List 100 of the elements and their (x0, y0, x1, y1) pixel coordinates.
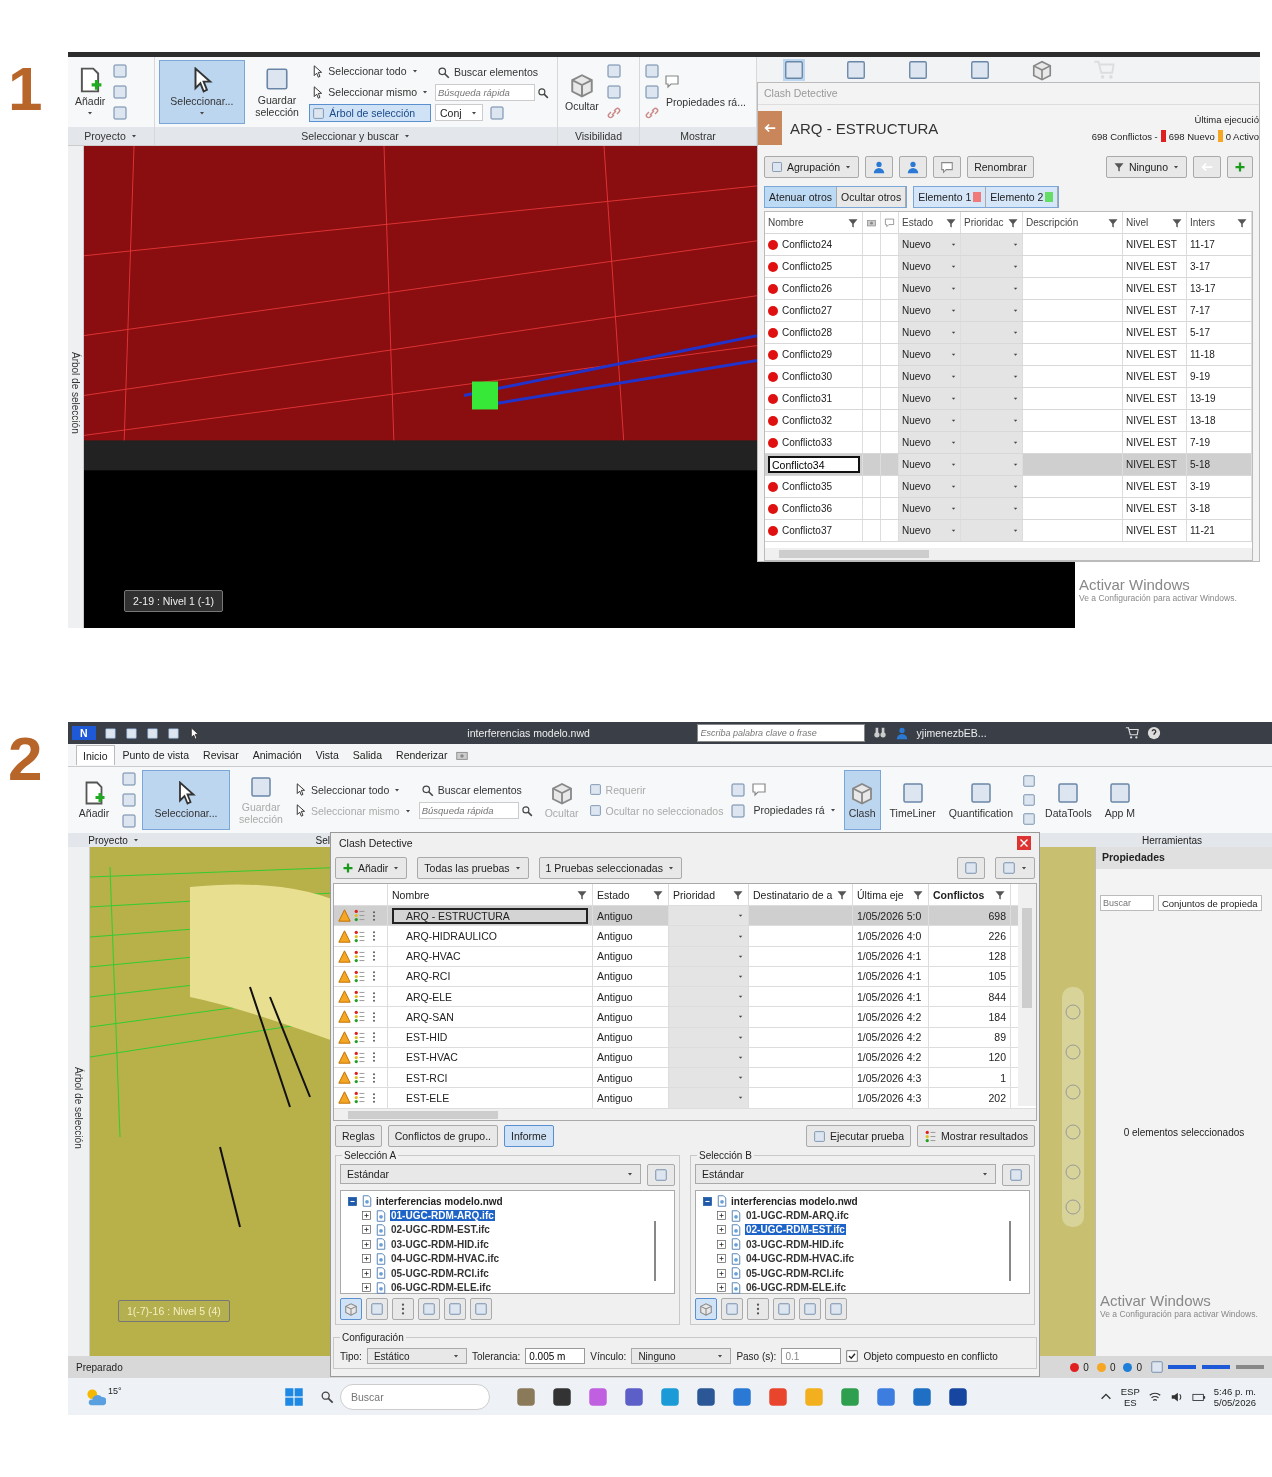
status-dropdown[interactable]: Nuevo (899, 498, 961, 519)
search-icon[interactable] (320, 1390, 334, 1404)
wifi-icon[interactable] (1147, 1390, 1162, 1404)
tree-item[interactable]: 05-UGC-RDM-RCI.ifc (745, 1267, 845, 1279)
ribbon-tab[interactable]: Punto de vista (116, 745, 196, 765)
expand-icon[interactable] (361, 1282, 372, 1294)
panel-menu-button[interactable]: Proyecto (68, 833, 160, 847)
toolbar-dropdown[interactable]: 1 Pruebas seleccionadas (538, 857, 682, 879)
taskbar-app-icon[interactable] (624, 1387, 644, 1407)
quick-properties-button[interactable]: Propiedades rá (751, 801, 839, 819)
column-header[interactable]: Descripción (1023, 212, 1123, 233)
quick-find-field[interactable]: Búsqueda rápida (418, 802, 519, 819)
link-icon[interactable] (605, 105, 622, 121)
expand-icon[interactable] (361, 1224, 372, 1236)
expand-icon[interactable] (716, 1238, 727, 1250)
tool-button[interactable]: App M (1100, 770, 1140, 830)
sets-dropdown[interactable]: Conj (435, 104, 483, 121)
self-intersect-button[interactable] (418, 1298, 440, 1320)
clock-date[interactable]: 5/05/2026 (1213, 1397, 1256, 1408)
expand-icon[interactable] (716, 1267, 727, 1279)
status-dropdown[interactable]: Nuevo (899, 410, 961, 431)
selection-tree-button[interactable]: Árbol de selección (309, 104, 431, 122)
properties-search-field[interactable]: Buscar (1099, 895, 1154, 911)
display-mode-toggle[interactable]: Ocultar otros (837, 187, 907, 207)
filter-icon[interactable] (945, 216, 957, 229)
quick-find-field[interactable]: Búsqueda rápida (435, 84, 535, 101)
checkbox[interactable] (846, 1350, 859, 1362)
table-row[interactable]: Conflicto32 Nuevo NIVEL EST 13-18 (765, 410, 1252, 432)
self-intersect-button[interactable] (773, 1298, 795, 1320)
assign-button[interactable] (865, 156, 894, 178)
expand-icon[interactable] (716, 1253, 727, 1265)
back-button[interactable] (758, 111, 782, 145)
status-dropdown[interactable]: Nuevo (899, 432, 961, 453)
link-dropdown[interactable]: Ninguno (631, 1348, 732, 1364)
tolerance-field[interactable]: 0.005 m (525, 1348, 586, 1364)
expand-icon[interactable] (716, 1224, 727, 1236)
column-header[interactable]: Nombre (765, 212, 863, 233)
tool-button[interactable]: Clash (843, 770, 881, 830)
tree-item[interactable]: 01-UGC-RDM-ARQ.ifc (745, 1210, 850, 1222)
expand-icon[interactable] (716, 1282, 727, 1294)
search-icon[interactable] (520, 804, 533, 817)
column-header[interactable]: Nombre (388, 884, 593, 906)
comment-button[interactable] (933, 156, 962, 178)
find-items-button[interactable]: Buscar elementos (418, 781, 537, 799)
link-icon[interactable] (644, 105, 660, 121)
select-in-scene-button[interactable] (470, 1298, 492, 1320)
tree-item[interactable]: 02-UGC-RDM-EST.ifc (745, 1224, 846, 1236)
rename-button[interactable]: Renombrar (967, 156, 1034, 178)
tree-item[interactable]: 04-UGC-RDM-HVAC.ifc (745, 1253, 856, 1265)
item-toggle[interactable]: Elemento 2 (986, 187, 1059, 207)
filter-icon[interactable] (1171, 216, 1183, 229)
status-dropdown[interactable]: Nuevo (899, 344, 961, 365)
ribbon-tab[interactable]: Animación (246, 745, 308, 765)
toolbar-dropdown[interactable]: Añadir (335, 857, 408, 879)
toolbar-icon[interactable] (103, 726, 117, 740)
use-current-selection-button[interactable] (799, 1298, 821, 1320)
table-row[interactable]: Conflicto29 Nuevo NIVEL EST 11-18 (765, 344, 1252, 366)
tree-item[interactable]: 03-UGC-RDM-HID.ifc (745, 1238, 845, 1250)
column-header[interactable]: Conflictos (929, 884, 1011, 906)
panel-menu-button[interactable]: Herramientas (1072, 833, 1272, 847)
expand-icon[interactable] (361, 1210, 372, 1222)
status-dropdown[interactable]: Nuevo (899, 454, 961, 475)
tree-item[interactable]: 03-UGC-RDM-HID.ifc (390, 1238, 490, 1250)
filter-icon[interactable] (1007, 216, 1020, 229)
user-name[interactable]: yjimenezbEB... (916, 727, 987, 739)
expand-icon[interactable] (361, 1253, 372, 1265)
select-all-button[interactable]: Seleccionar todo (309, 62, 431, 80)
points-button[interactable] (392, 1298, 414, 1320)
ribbon-tab[interactable]: Revisar (197, 745, 245, 765)
language-code[interactable]: ESP (1120, 1386, 1140, 1397)
tool-button[interactable]: Quantification (944, 770, 1018, 830)
table-row[interactable]: Conflicto27 Nuevo NIVEL EST 7-17 (765, 300, 1252, 322)
app-logo[interactable]: N (72, 726, 96, 740)
taskbar-app-icon[interactable] (552, 1387, 572, 1407)
panel-menu-button[interactable]: Visibilidad (558, 127, 639, 145)
tree-item[interactable]: interferencias modelo.nwd (376, 1195, 503, 1207)
toolbar-icon[interactable] (145, 726, 159, 740)
selection-mode-dropdown[interactable]: Estándar (340, 1164, 641, 1184)
panel-tab[interactable]: Reglas (335, 1125, 382, 1147)
tree-item[interactable]: 04-UGC-RDM-HVAC.ifc (390, 1253, 501, 1265)
find-items-button[interactable]: Buscar elementos (435, 63, 553, 81)
close-icon[interactable] (1017, 836, 1031, 850)
table-row[interactable]: Conflicto35 Nuevo NIVEL EST 3-19 (765, 476, 1252, 498)
filter-icon[interactable] (847, 216, 859, 229)
start-icon[interactable] (284, 1387, 304, 1407)
panel-menu-button[interactable]: Mostrar (640, 127, 756, 145)
tree-item[interactable]: 05-UGC-RDM-RCI.ifc (390, 1267, 490, 1279)
display-mode-toggle[interactable]: Atenuar otros (765, 187, 838, 207)
binoculars-icon[interactable] (872, 726, 887, 740)
panel-menu-button[interactable]: Proyecto (68, 127, 154, 145)
hide-button[interactable]: Ocultar (562, 60, 602, 124)
ribbon-tab[interactable]: Salida (346, 745, 389, 765)
filter-icon[interactable] (994, 888, 1006, 901)
table-row[interactable]: Conflicto24 Nuevo NIVEL EST 11-17 (765, 234, 1252, 256)
taskbar-app-icon[interactable] (696, 1387, 716, 1407)
selection-mode-dropdown[interactable]: Estándar (695, 1164, 996, 1184)
status-dropdown[interactable]: Nuevo (899, 256, 961, 277)
status-dropdown[interactable]: Nuevo (899, 278, 961, 299)
type-dropdown[interactable]: Estático (366, 1348, 467, 1364)
points-button[interactable] (747, 1298, 769, 1320)
